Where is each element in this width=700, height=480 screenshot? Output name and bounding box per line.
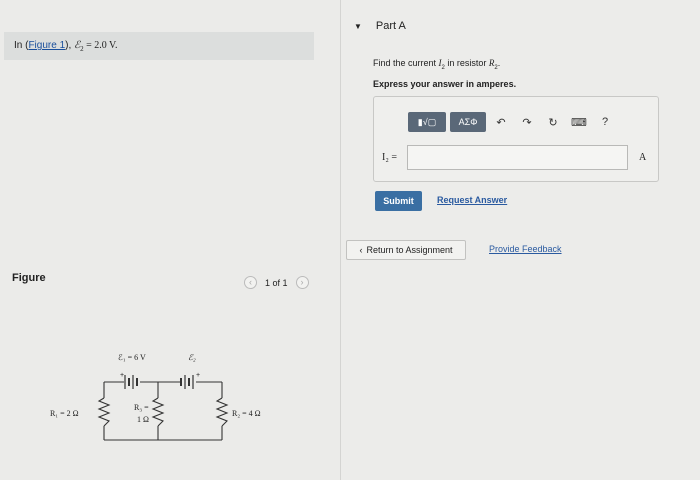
answer-label: I₂ = xyxy=(382,152,397,163)
e1-plus: + xyxy=(120,372,124,379)
answer-input[interactable] xyxy=(407,145,628,170)
submit-button[interactable]: Submit xyxy=(375,191,422,211)
symbols-button[interactable]: ΑΣΦ xyxy=(450,112,486,132)
e2-plus: + xyxy=(196,372,200,379)
reset-icon[interactable]: ↻ xyxy=(542,112,564,132)
circuit-diagram: ℰ₁ = 6 V ℰ₂ + + R₁ = 2 Ω R₃ = 1 Ω R₂ = 4… xyxy=(50,353,261,441)
battery-e2 xyxy=(180,375,194,389)
battery-e1 xyxy=(124,375,138,389)
figure-link[interactable]: Figure 1 xyxy=(28,40,65,51)
collapse-caret-icon[interactable]: ▼ xyxy=(354,22,362,31)
undo-icon[interactable]: ↶ xyxy=(490,112,512,132)
provide-feedback-link[interactable]: Provide Feedback xyxy=(489,244,562,254)
math-toolbar: ▮√▢ ΑΣΦ ↶ ↷ ↻ ⌨ ? xyxy=(408,110,626,134)
next-figure-button[interactable]: › xyxy=(295,276,309,289)
chevron-left-icon: ‹ xyxy=(359,245,363,255)
return-to-assignment-button[interactable]: ‹ Return to Assignment xyxy=(346,240,466,260)
keyboard-icon[interactable]: ⌨ xyxy=(568,112,590,132)
r3-label-top: R₃ = xyxy=(134,403,149,412)
figure-label: Figure xyxy=(12,272,46,284)
r3-label-bottom: 1 Ω xyxy=(137,415,149,424)
template-button[interactable]: ▮√▢ xyxy=(408,112,446,132)
intro-equation: = 2.0 V. xyxy=(83,40,118,51)
prev-figure-button[interactable]: ‹ xyxy=(244,276,257,289)
help-icon[interactable]: ? xyxy=(594,112,616,132)
return-label: Return to Assignment xyxy=(366,245,453,255)
figure-pager: ‹ 1 of 1 › xyxy=(244,276,309,289)
r2-label: R₂ = 4 Ω xyxy=(232,409,261,418)
intro-suffix: ), xyxy=(65,40,72,51)
intro-prefix: In ( xyxy=(14,40,29,51)
e2-label: ℰ₂ xyxy=(188,353,196,362)
part-title: Part A xyxy=(375,20,406,32)
request-answer-link[interactable]: Request Answer xyxy=(437,195,507,205)
pager-text: 1 of 1 xyxy=(265,277,288,288)
part-header[interactable]: ▼ Part A xyxy=(354,20,406,32)
question-prefix: Find the current xyxy=(373,58,439,68)
question-mid: in resistor xyxy=(444,58,489,68)
question-suffix: . xyxy=(497,58,501,68)
e1-label: ℰ₁ = 6 V xyxy=(118,353,146,362)
redo-icon[interactable]: ↷ xyxy=(516,112,538,132)
r1-label: R₁ = 2 Ω xyxy=(50,409,79,418)
answer-unit: A xyxy=(639,152,647,163)
question-text: Find the current I2 in resistor R2. xyxy=(373,58,500,71)
instruction-text: Express your answer in amperes. xyxy=(373,79,517,89)
intro-bar: In (Figure 1), ℰ2 = 2.0 V. xyxy=(4,32,314,60)
